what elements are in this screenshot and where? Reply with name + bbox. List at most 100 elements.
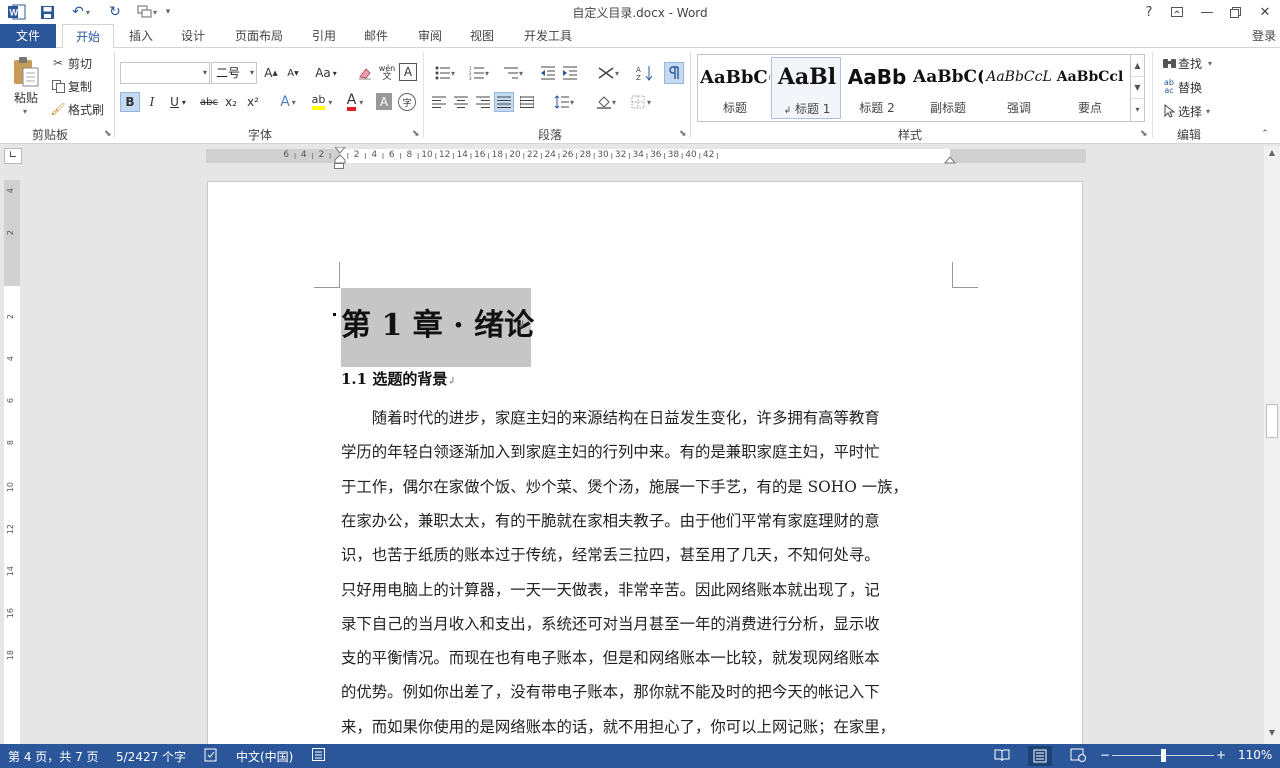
tab-mailings[interactable]: 邮件: [354, 24, 398, 48]
copy-button[interactable]: 复制: [68, 77, 94, 95]
tab-file[interactable]: 文件: [0, 24, 56, 48]
tab-design[interactable]: 设计: [170, 24, 216, 48]
clipboard-launcher-icon[interactable]: ⬊: [104, 129, 112, 139]
multilevel-list-icon[interactable]: ▾: [498, 62, 528, 84]
find-button[interactable]: 查找 ▾: [1178, 54, 1228, 72]
zoom-in-icon[interactable]: +: [1216, 748, 1226, 762]
style-title[interactable]: AaBbC( 标题: [700, 57, 770, 119]
page-count[interactable]: 第 4 页，共 7 页: [8, 748, 99, 765]
zoom-slider-thumb[interactable]: [1161, 749, 1166, 762]
underline-button[interactable]: U ▾: [164, 92, 192, 112]
font-size-combo[interactable]: 二号 ▾: [211, 62, 257, 84]
style-heading-1[interactable]: AaBl ↲ 标题 1: [771, 57, 841, 119]
borders-icon[interactable]: ▾: [626, 92, 656, 112]
subscript-button[interactable]: x₂: [222, 92, 240, 112]
chinese-layout-icon[interactable]: ▾: [592, 62, 624, 84]
tab-review[interactable]: 审阅: [408, 24, 452, 48]
clear-formatting-icon[interactable]: [355, 62, 375, 84]
chapter-heading[interactable]: 第 1 章 · 绪论 ↲: [341, 288, 534, 367]
increase-indent-icon[interactable]: [560, 62, 580, 84]
change-case-icon[interactable]: Aa ▾: [311, 62, 341, 84]
italic-button[interactable]: I: [143, 92, 161, 112]
tab-references[interactable]: 引用: [302, 24, 346, 48]
tab-insert[interactable]: 插入: [118, 24, 164, 48]
scrollbar-thumb[interactable]: [1266, 404, 1278, 438]
horizontal-ruler[interactable]: 6 4 2 2 4 6 8 10 12 14 16 18 20 22 24 26 28 30 32 34 36 38 40 4…: [206, 147, 1086, 164]
strikethrough-button[interactable]: abc: [198, 92, 220, 112]
distributed-icon[interactable]: [517, 92, 537, 112]
bullets-icon[interactable]: ▾: [430, 62, 460, 84]
paste-icon[interactable]: [8, 54, 44, 90]
styles-launcher-icon[interactable]: ⬊: [1140, 129, 1148, 139]
align-left-icon[interactable]: [430, 92, 448, 112]
scroll-up-icon[interactable]: ▲: [1264, 148, 1280, 162]
paste-dropdown-icon[interactable]: ▾: [20, 106, 30, 116]
section-heading[interactable]: 1.1 选题的背景↲: [341, 368, 456, 389]
login-link[interactable]: 登录: [1252, 24, 1276, 48]
styles-scroll-down-icon[interactable]: ▼: [1131, 77, 1144, 99]
character-border-icon[interactable]: A: [399, 63, 417, 81]
line-spacing-icon[interactable]: ▾: [548, 92, 580, 112]
align-center-icon[interactable]: [452, 92, 470, 112]
restore-icon[interactable]: [1220, 0, 1250, 24]
zoom-level[interactable]: 110%: [1238, 748, 1272, 762]
scroll-down-icon[interactable]: ▼: [1264, 728, 1280, 742]
grow-font-icon[interactable]: A ▲: [262, 62, 280, 84]
web-layout-icon[interactable]: [1070, 748, 1086, 765]
vertical-scrollbar[interactable]: ▲ ▼: [1264, 146, 1280, 744]
numbering-icon[interactable]: 1 2 3 ▾: [464, 62, 494, 84]
font-color-icon[interactable]: A ▾: [340, 92, 370, 112]
editing-group-label: 编辑: [1176, 128, 1201, 142]
show-marks-icon[interactable]: [664, 62, 684, 84]
proofing-icon[interactable]: [204, 748, 218, 765]
tab-selector-icon[interactable]: ∟: [4, 148, 22, 164]
help-button[interactable]: ?: [1134, 0, 1164, 24]
style-heading-2[interactable]: AaBb 标题 2: [842, 57, 912, 119]
shrink-font-icon[interactable]: A ▼: [284, 62, 302, 84]
print-layout-icon[interactable]: [1028, 746, 1052, 766]
styles-more-icon[interactable]: ▾: [1131, 99, 1144, 121]
font-name-combo[interactable]: ▾: [120, 62, 210, 84]
document-page[interactable]: 第 1 章 · 绪论 ↲ 1.1 选题的背景↲ 随着时代的进步，家庭主妇的来源结构…: [207, 181, 1083, 751]
minimize-icon[interactable]: —: [1192, 0, 1222, 24]
paste-button[interactable]: 粘贴: [6, 88, 46, 106]
tab-home[interactable]: 开始: [62, 24, 114, 49]
collapse-ribbon-icon[interactable]: ⌃: [1258, 128, 1272, 140]
vertical-ruler[interactable]: 4 2 2 4 6 8 10 12 14 16 18: [4, 180, 20, 744]
ribbon-display-options-icon[interactable]: [1162, 0, 1192, 24]
style-emphasis[interactable]: AaBbCcL 强调: [984, 57, 1054, 119]
superscript-button[interactable]: x²: [244, 92, 262, 112]
paragraph-shading-icon[interactable]: ▾: [590, 92, 622, 112]
zoom-out-icon[interactable]: −: [1100, 748, 1110, 762]
cut-button[interactable]: 剪切: [68, 54, 94, 72]
separator: [114, 52, 115, 138]
font-launcher-icon[interactable]: ⬊: [412, 129, 420, 139]
replace-button[interactable]: 替换: [1178, 78, 1218, 96]
tab-view[interactable]: 视图: [460, 24, 504, 48]
left-indent-marker[interactable]: [334, 163, 344, 169]
enclose-characters-icon[interactable]: 字: [398, 93, 416, 111]
decrease-indent-icon[interactable]: [538, 62, 558, 84]
select-button[interactable]: 选择 ▾: [1178, 102, 1228, 120]
language-indicator[interactable]: 中文(中国): [236, 748, 293, 765]
close-icon[interactable]: ✕: [1250, 0, 1280, 24]
macro-recording-icon[interactable]: [312, 748, 325, 764]
bold-button[interactable]: B: [120, 92, 140, 112]
justify-icon[interactable]: [494, 92, 514, 112]
align-right-icon[interactable]: [474, 92, 492, 112]
right-indent-marker[interactable]: [944, 154, 956, 164]
phonetic-guide-icon[interactable]: wén 文: [376, 62, 398, 84]
word-count[interactable]: 5/2427 个字: [116, 748, 186, 765]
style-subtitle[interactable]: AaBbC( 副标题: [913, 57, 983, 119]
format-painter-button[interactable]: 格式刷: [68, 100, 108, 118]
text-effects-icon[interactable]: A ▾: [274, 92, 302, 112]
character-shading-icon[interactable]: A: [376, 93, 392, 110]
sort-icon[interactable]: AZ: [634, 62, 656, 84]
style-strong[interactable]: AaBbCcl 要点: [1055, 57, 1125, 119]
highlight-color-icon[interactable]: ab ▾: [306, 92, 338, 112]
tab-page-layout[interactable]: 页面布局: [226, 24, 292, 48]
styles-scroll-up-icon[interactable]: ▲: [1131, 55, 1144, 77]
read-mode-icon[interactable]: [994, 748, 1010, 765]
tab-developer[interactable]: 开发工具: [514, 24, 582, 48]
paragraph-launcher-icon[interactable]: ⬊: [679, 129, 687, 139]
